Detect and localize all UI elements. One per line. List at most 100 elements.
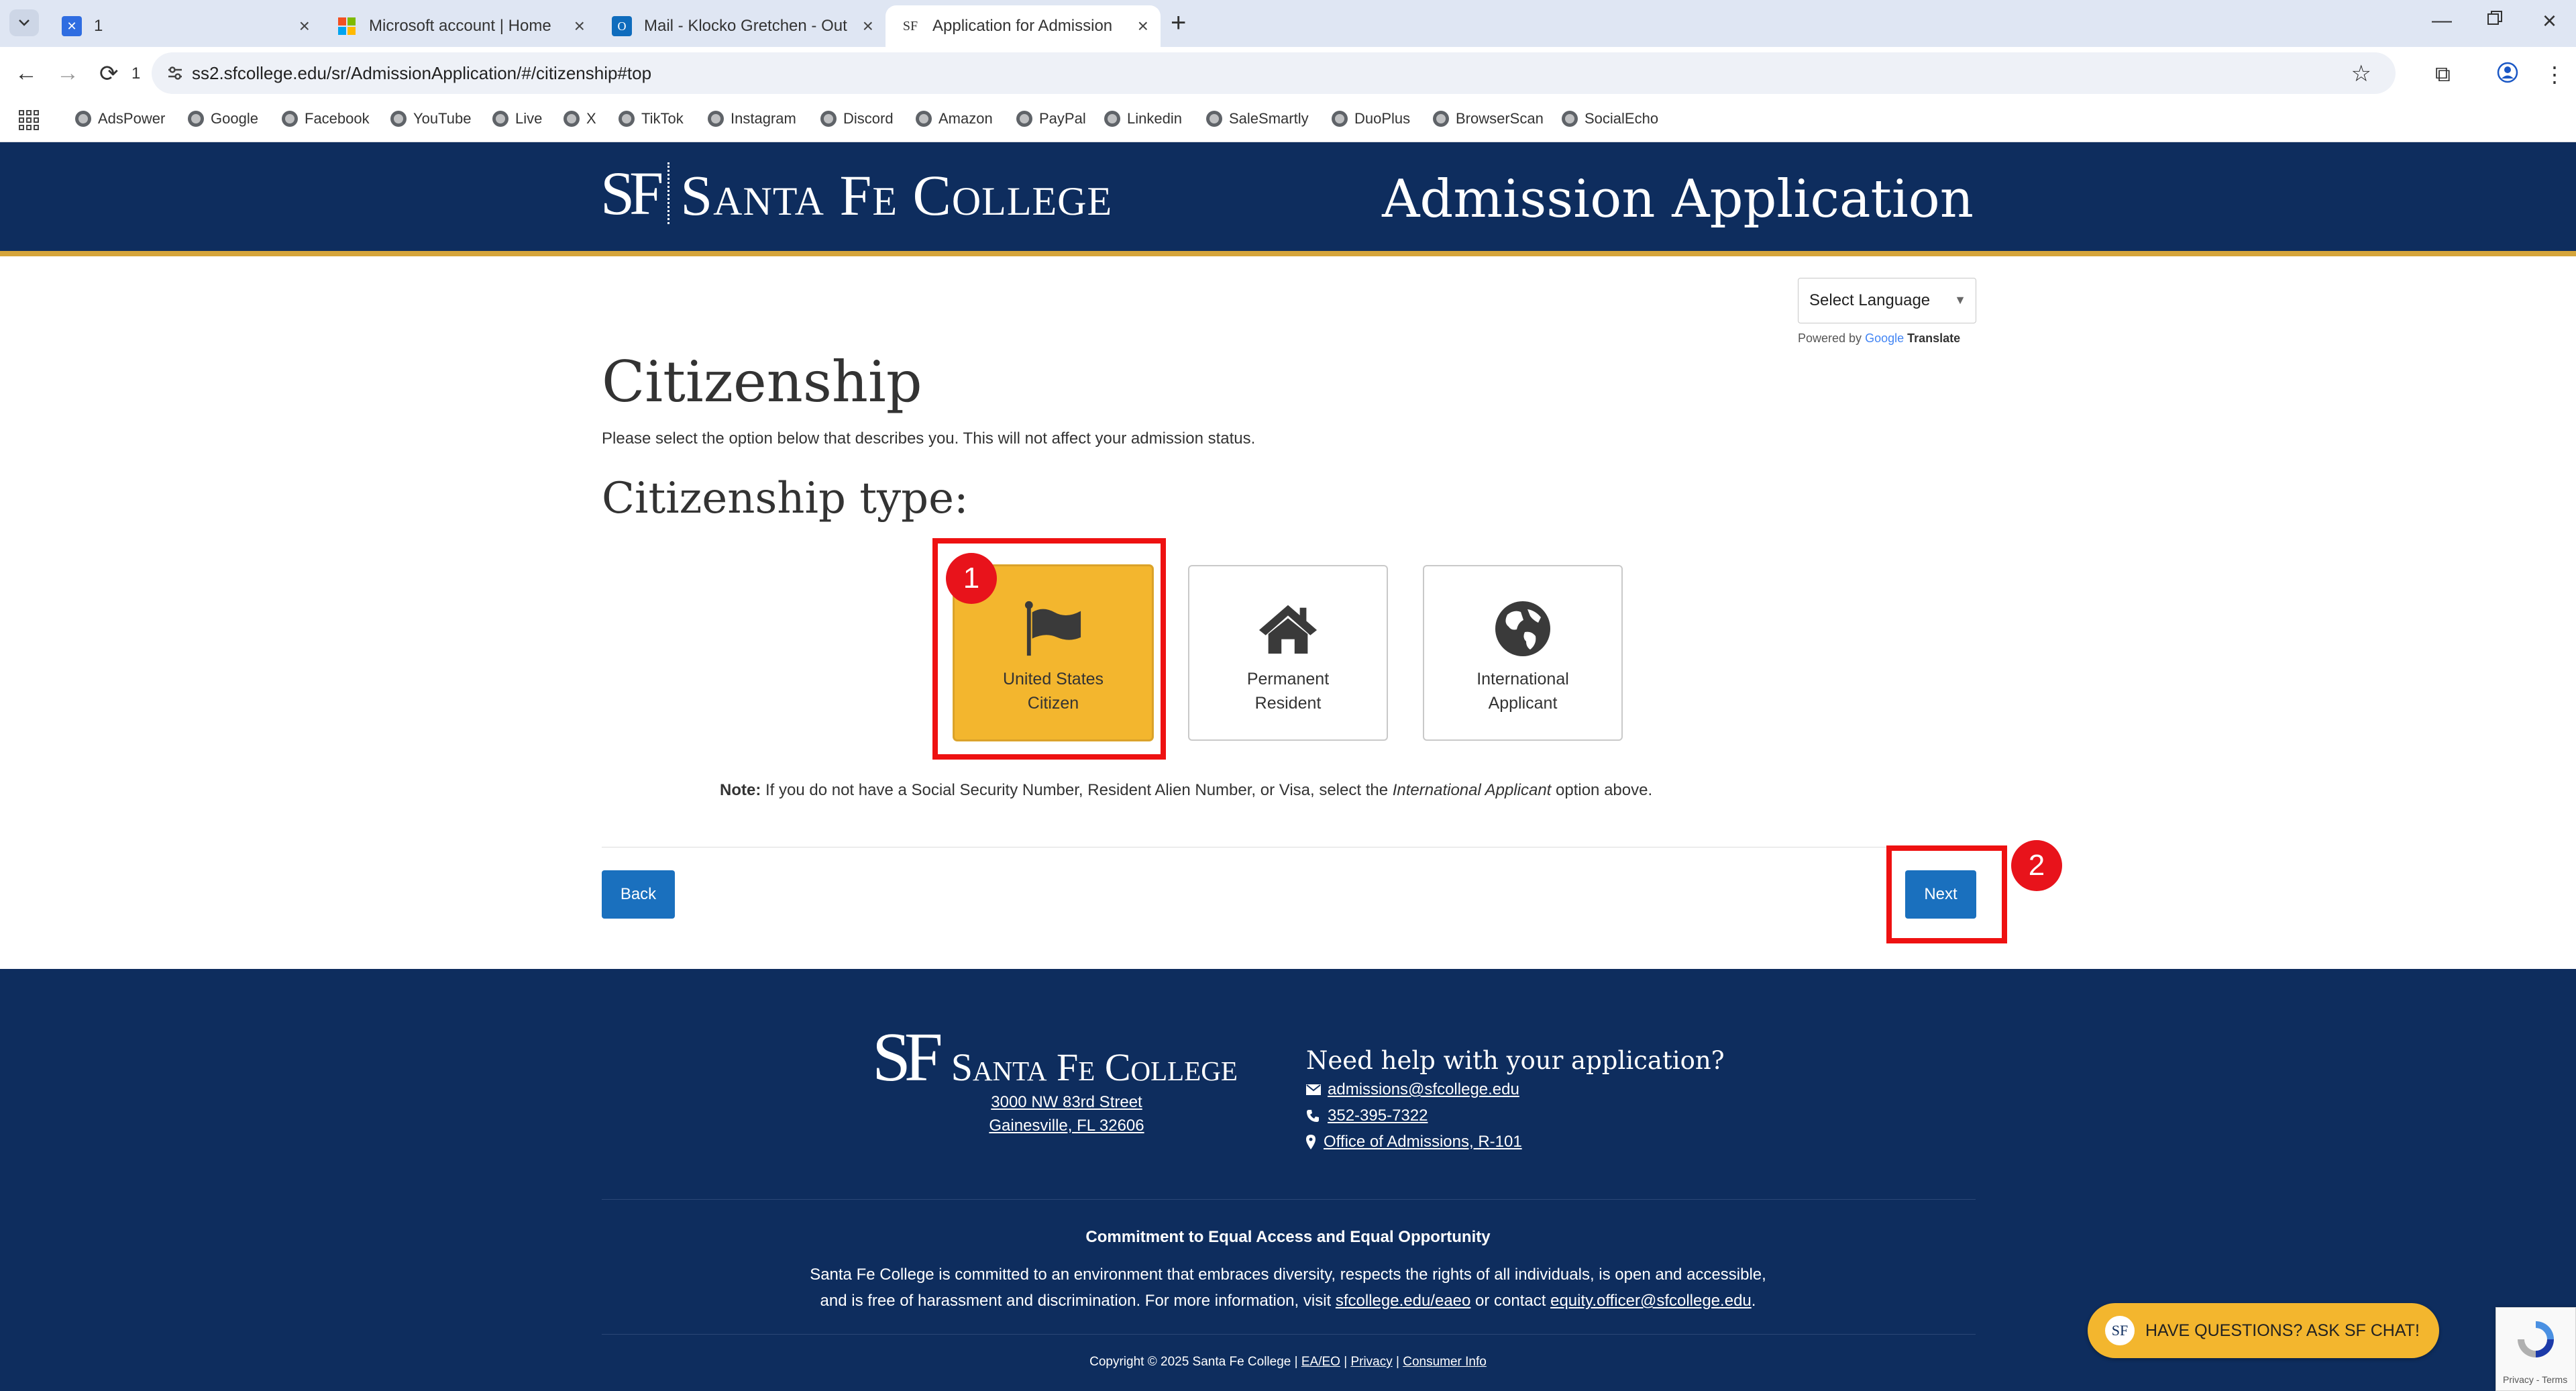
profile-icon[interactable] <box>2497 62 2518 89</box>
map-marker-icon <box>1306 1135 1318 1149</box>
bookmark-linkedin[interactable]: Linkedin <box>1104 110 1182 127</box>
globe-icon <box>619 111 635 127</box>
url-field[interactable]: ss2.sfcollege.edu/sr/AdmissionApplicatio… <box>152 52 2396 94</box>
bookmark-socialecho[interactable]: SocialEcho <box>1562 110 1658 127</box>
note-body: If you do not have a Social Security Num… <box>765 781 1389 799</box>
reload-icon[interactable]: ⟳ <box>99 60 119 87</box>
minimize-icon[interactable]: — <box>2432 9 2452 32</box>
bookmark-star-icon[interactable]: ☆ <box>2351 60 2371 87</box>
globe-icon <box>1332 111 1348 127</box>
bookmark-live[interactable]: Live <box>492 110 542 127</box>
browser-tab-bar: ✕ 1 × Microsoft account | Home × O Mail … <box>0 0 2576 47</box>
option-international-applicant[interactable]: International Applicant <box>1423 565 1623 741</box>
bookmark-adspower[interactable]: AdsPower <box>75 110 165 127</box>
footer-logo[interactable]: SF Santa Fe College <box>872 1023 1238 1092</box>
bookmark-amazon[interactable]: Amazon <box>916 110 993 127</box>
eaeo-link[interactable]: sfcollege.edu/eaeo <box>1336 1292 1471 1310</box>
footer-phone-link[interactable]: 352-395-7322 <box>1328 1106 1428 1125</box>
restore-icon[interactable] <box>2486 9 2504 32</box>
bookmark-label: Google <box>211 110 258 127</box>
footer-privacy-link[interactable]: Privacy <box>1350 1355 1392 1369</box>
footer-consumer-info-link[interactable]: Consumer Info <box>1403 1355 1487 1369</box>
back-arrow-icon[interactable]: ← <box>15 60 38 87</box>
commitment-line2-text: and is free of harassment and discrimina… <box>820 1292 1332 1310</box>
tab-search-dropdown[interactable] <box>9 9 39 36</box>
footer-email-link[interactable]: admissions@sfcollege.edu <box>1328 1080 1519 1099</box>
apps-grid-icon[interactable] <box>19 110 39 130</box>
back-button[interactable]: Back <box>602 870 675 919</box>
bookmark-paypal[interactable]: PayPal <box>1016 110 1086 127</box>
url-text: ss2.sfcollege.edu/sr/AdmissionApplicatio… <box>192 62 652 83</box>
tab-admission[interactable]: SF Application for Admission × <box>885 5 1161 47</box>
bookmark-duoplus[interactable]: DuoPlus <box>1332 110 1410 127</box>
address-bar-row: ← → ⟳ 1 ss2.sfcollege.edu/sr/AdmissionAp… <box>0 47 2576 101</box>
recaptcha-badge[interactable]: Privacy - Terms <box>2496 1307 2576 1391</box>
close-tab-icon[interactable]: × <box>299 15 310 37</box>
logo-wordmark: Santa Fe College <box>680 163 1113 227</box>
college-logo[interactable]: SF Santa Fe College <box>600 162 1112 224</box>
bookmark-instagram[interactable]: Instagram <box>708 110 796 127</box>
bookmark-tiktok[interactable]: TikTok <box>619 110 684 127</box>
option-label: Permanent Resident <box>1221 667 1355 715</box>
close-window-icon[interactable]: × <box>2542 7 2557 35</box>
footer-eaeo-link[interactable]: EA/EO <box>1301 1355 1340 1369</box>
footer-address-line1[interactable]: 3000 NW 83rd Street <box>872 1093 1261 1112</box>
site-header: SF Santa Fe College Admission Applicatio… <box>0 142 2576 256</box>
bookmark-facebook[interactable]: Facebook <box>282 110 370 127</box>
ask-sf-chat-button[interactable]: SF HAVE QUESTIONS? ASK SF CHAT! <box>2088 1303 2439 1358</box>
tab-label: Microsoft account | Home <box>369 17 551 35</box>
option-label-line2: Applicant <box>1488 694 1558 713</box>
tab-outlook[interactable]: O Mail - Klocko Gretchen - Out × <box>597 5 885 47</box>
recaptcha-links[interactable]: Privacy - Terms <box>2503 1374 2567 1385</box>
option-label-line1: Permanent <box>1246 670 1330 688</box>
close-tab-icon[interactable]: × <box>574 15 585 37</box>
close-tab-icon[interactable]: × <box>1138 15 1148 37</box>
bookmark-google[interactable]: Google <box>188 110 258 127</box>
footer-help-title: Need help with your application? <box>1306 1046 1725 1075</box>
footer-phone-row: 352-395-7322 <box>1306 1106 1428 1125</box>
footer-office-link[interactable]: Office of Admissions, R-101 <box>1324 1133 1522 1151</box>
equity-officer-email-link[interactable]: equity.officer@sfcollege.edu <box>1550 1292 1752 1310</box>
footer-divider <box>602 1199 1976 1200</box>
tab-microsoft[interactable]: Microsoft account | Home × <box>322 5 597 47</box>
tab-1[interactable]: ✕ 1 × <box>47 5 322 47</box>
bookmark-label: X <box>586 110 596 127</box>
logo-monogram: SF <box>600 162 670 224</box>
globe-icon <box>1016 111 1032 127</box>
globe-icon <box>820 111 837 127</box>
new-tab-button[interactable]: + <box>1171 8 1186 38</box>
intro-text: Please select the option below that desc… <box>602 429 1256 448</box>
bookmark-label: AdsPower <box>98 110 166 127</box>
bookmark-salesmartly[interactable]: SaleSmartly <box>1206 110 1309 127</box>
extensions-icon[interactable]: ⧉ <box>2435 62 2451 87</box>
globe-icon <box>188 111 204 127</box>
outlook-icon: O <box>612 16 632 36</box>
forward-arrow-icon[interactable]: → <box>56 60 79 87</box>
globe-icon <box>1206 111 1222 127</box>
footer-divider-2 <box>602 1334 1976 1335</box>
bookmark-label: Discord <box>843 110 894 127</box>
language-select-label: Select Language <box>1809 291 1931 309</box>
close-tab-icon[interactable]: × <box>863 15 873 37</box>
page-header-title: Admission Application <box>1382 169 1974 229</box>
bookmark-browserscan[interactable]: BrowserScan <box>1433 110 1544 127</box>
separator: | <box>1344 1355 1348 1369</box>
option-permanent-resident[interactable]: Permanent Resident <box>1188 565 1388 741</box>
copyright-text: Copyright © 2025 Santa Fe College | <box>1089 1355 1298 1369</box>
bookmarks-bar: AdsPower Google Facebook YouTube Live X … <box>0 101 2576 142</box>
commitment-title: Commitment to Equal Access and Equal Opp… <box>1085 1228 1491 1246</box>
language-select[interactable]: Select Language ▼ <box>1798 278 1976 323</box>
bookmark-label: Facebook <box>305 110 370 127</box>
app-icon: ✕ <box>62 16 82 36</box>
globe-icon <box>282 111 298 127</box>
bookmark-x[interactable]: X <box>564 110 596 127</box>
bookmark-discord[interactable]: Discord <box>820 110 894 127</box>
bookmark-youtube[interactable]: YouTube <box>390 110 471 127</box>
footer-address-line2[interactable]: Gainesville, FL 32606 <box>872 1117 1261 1135</box>
site-settings-icon[interactable] <box>166 64 184 82</box>
annotation-badge-1: 1 <box>946 553 997 604</box>
microsoft-icon <box>337 16 357 36</box>
menu-kebab-icon[interactable]: ⋮ <box>2544 62 2565 87</box>
globe-icon <box>75 111 91 127</box>
translate-link[interactable]: Translate <box>1907 331 1960 345</box>
